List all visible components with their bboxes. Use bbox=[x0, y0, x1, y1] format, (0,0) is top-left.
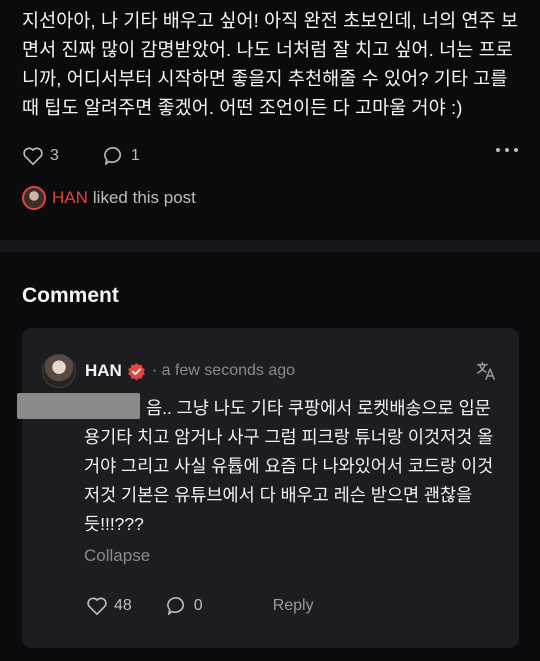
comment-text: 음.. 그냥 나도 기타 쿠팡에서 로켓배송으로 입문용기타 치고 암거나 사구… bbox=[84, 398, 494, 534]
comment-replies-button[interactable]: 0 bbox=[166, 596, 203, 616]
comment-author[interactable]: HAN bbox=[85, 361, 122, 381]
comment-like-button[interactable]: 48 bbox=[86, 596, 132, 616]
heart-icon bbox=[23, 147, 43, 165]
comment-section-title: Comment bbox=[22, 284, 119, 307]
comment-timestamp: · a few seconds ago bbox=[151, 362, 296, 379]
liked-by: HAN liked this post bbox=[22, 186, 196, 210]
comment-card: HAN · a few seconds ago 음.. 그냥 나도 기타 쿠팡에… bbox=[17, 328, 519, 648]
liked-by-name[interactable]: HAN bbox=[52, 188, 88, 208]
comment-reply-count: 0 bbox=[193, 597, 203, 614]
comment-bubble-icon bbox=[166, 596, 184, 615]
post-actions: 3 1 bbox=[22, 143, 184, 169]
comment-count: 1 bbox=[130, 147, 140, 164]
comment-button[interactable]: 1 bbox=[103, 146, 140, 166]
translate-icon[interactable] bbox=[475, 360, 497, 382]
verified-badge-icon bbox=[127, 362, 145, 380]
post-body: 지선아아, 나 기타 배우고 싶어! 아직 완전 초보인데, 너의 연주 보면서… bbox=[22, 10, 519, 118]
like-count: 3 bbox=[50, 147, 59, 164]
comment-actions: 48 0 Reply bbox=[86, 596, 314, 616]
section-divider bbox=[0, 240, 540, 252]
like-button[interactable]: 3 bbox=[22, 146, 59, 166]
reply-button[interactable]: Reply bbox=[273, 597, 314, 615]
comment-header: HAN · a few seconds ago bbox=[42, 354, 295, 388]
avatar[interactable] bbox=[22, 186, 46, 210]
comment-like-count: 48 bbox=[114, 597, 132, 614]
liked-by-text: liked this post bbox=[92, 188, 196, 207]
collapse-button[interactable]: Collapse bbox=[84, 546, 150, 566]
comment-bubble-icon bbox=[104, 146, 121, 165]
heart-icon bbox=[87, 597, 107, 615]
post: 지선아아, 나 기타 배우고 싶어! 아직 완전 초보인데, 너의 연주 보면서… bbox=[0, 0, 540, 240]
more-options-icon[interactable] bbox=[496, 148, 518, 152]
avatar[interactable] bbox=[42, 354, 76, 388]
redaction-block bbox=[17, 393, 140, 419]
